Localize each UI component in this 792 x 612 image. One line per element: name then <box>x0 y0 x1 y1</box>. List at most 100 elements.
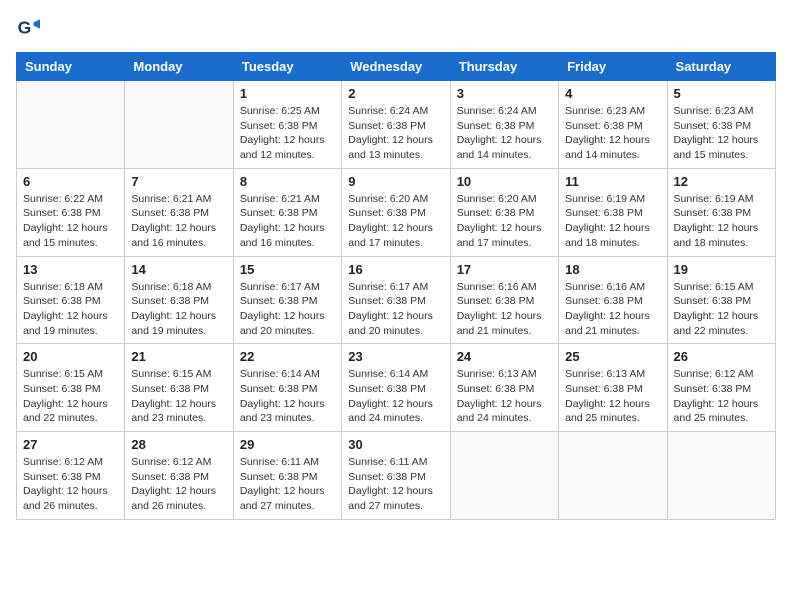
day-number: 2 <box>348 86 443 101</box>
day-number: 17 <box>457 262 552 277</box>
week-row-4: 20 Sunrise: 6:15 AMSunset: 6:38 PMDayligh… <box>17 344 776 432</box>
day-info: Sunrise: 6:17 AMSunset: 6:38 PMDaylight:… <box>348 280 443 339</box>
day-info: Sunrise: 6:18 AMSunset: 6:38 PMDaylight:… <box>23 280 118 339</box>
day-number: 14 <box>131 262 226 277</box>
day-number: 20 <box>23 349 118 364</box>
weekday-header-saturday: Saturday <box>667 53 775 81</box>
calendar-cell: 21 Sunrise: 6:15 AMSunset: 6:38 PMDayligh… <box>125 344 233 432</box>
day-number: 12 <box>674 174 769 189</box>
day-info: Sunrise: 6:12 AMSunset: 6:38 PMDaylight:… <box>131 455 226 514</box>
day-info: Sunrise: 6:24 AMSunset: 6:38 PMDaylight:… <box>348 104 443 163</box>
day-info: Sunrise: 6:23 AMSunset: 6:38 PMDaylight:… <box>565 104 660 163</box>
day-number: 13 <box>23 262 118 277</box>
logo: G <box>16 16 44 40</box>
calendar-cell: 2 Sunrise: 6:24 AMSunset: 6:38 PMDaylight… <box>342 81 450 169</box>
day-info: Sunrise: 6:25 AMSunset: 6:38 PMDaylight:… <box>240 104 335 163</box>
day-number: 24 <box>457 349 552 364</box>
calendar-cell: 5 Sunrise: 6:23 AMSunset: 6:38 PMDaylight… <box>667 81 775 169</box>
day-number: 10 <box>457 174 552 189</box>
day-number: 8 <box>240 174 335 189</box>
day-number: 26 <box>674 349 769 364</box>
calendar-cell: 4 Sunrise: 6:23 AMSunset: 6:38 PMDaylight… <box>559 81 667 169</box>
calendar-cell: 30 Sunrise: 6:11 AMSunset: 6:38 PMDayligh… <box>342 432 450 520</box>
day-number: 5 <box>674 86 769 101</box>
calendar-cell <box>559 432 667 520</box>
calendar-cell: 3Sunrise: 6:24 AMSunset: 6:38 PMDaylight… <box>450 81 558 169</box>
weekday-header-tuesday: Tuesday <box>233 53 341 81</box>
calendar-cell: 6 Sunrise: 6:22 AMSunset: 6:38 PMDaylight… <box>17 168 125 256</box>
calendar-cell: 26Sunrise: 6:12 AMSunset: 6:38 PMDayligh… <box>667 344 775 432</box>
day-info: Sunrise: 6:20 AMSunset: 6:38 PMDaylight:… <box>457 192 552 251</box>
day-number: 19 <box>674 262 769 277</box>
day-number: 22 <box>240 349 335 364</box>
day-number: 21 <box>131 349 226 364</box>
weekday-header-wednesday: Wednesday <box>342 53 450 81</box>
logo-icon: G <box>16 16 40 40</box>
day-info: Sunrise: 6:15 AMSunset: 6:38 PMDaylight:… <box>674 280 769 339</box>
day-number: 4 <box>565 86 660 101</box>
day-number: 11 <box>565 174 660 189</box>
week-row-5: 27Sunrise: 6:12 AMSunset: 6:38 PMDayligh… <box>17 432 776 520</box>
calendar-cell: 27Sunrise: 6:12 AMSunset: 6:38 PMDayligh… <box>17 432 125 520</box>
day-info: Sunrise: 6:24 AMSunset: 6:38 PMDaylight:… <box>457 104 552 163</box>
weekday-header-sunday: Sunday <box>17 53 125 81</box>
calendar-cell: 17 Sunrise: 6:16 AMSunset: 6:38 PMDayligh… <box>450 256 558 344</box>
calendar-cell: 28Sunrise: 6:12 AMSunset: 6:38 PMDayligh… <box>125 432 233 520</box>
calendar-cell: 24 Sunrise: 6:13 AMSunset: 6:38 PMDayligh… <box>450 344 558 432</box>
weekday-header-monday: Monday <box>125 53 233 81</box>
calendar-cell: 22 Sunrise: 6:14 AMSunset: 6:38 PMDayligh… <box>233 344 341 432</box>
day-info: Sunrise: 6:12 AMSunset: 6:38 PMDaylight:… <box>23 455 118 514</box>
calendar-cell: 9 Sunrise: 6:20 AMSunset: 6:38 PMDaylight… <box>342 168 450 256</box>
day-info: Sunrise: 6:13 AMSunset: 6:38 PMDaylight:… <box>565 367 660 426</box>
day-number: 18 <box>565 262 660 277</box>
calendar-cell: 18 Sunrise: 6:16 AMSunset: 6:38 PMDayligh… <box>559 256 667 344</box>
weekday-header-thursday: Thursday <box>450 53 558 81</box>
day-number: 30 <box>348 437 443 452</box>
svg-text:G: G <box>18 18 32 38</box>
day-number: 23 <box>348 349 443 364</box>
day-info: Sunrise: 6:14 AMSunset: 6:38 PMDaylight:… <box>348 367 443 426</box>
day-info: Sunrise: 6:17 AMSunset: 6:38 PMDaylight:… <box>240 280 335 339</box>
day-number: 1 <box>240 86 335 101</box>
calendar-cell: 16Sunrise: 6:17 AMSunset: 6:38 PMDayligh… <box>342 256 450 344</box>
day-info: Sunrise: 6:16 AMSunset: 6:38 PMDaylight:… <box>565 280 660 339</box>
calendar-cell: 15 Sunrise: 6:17 AMSunset: 6:38 PMDayligh… <box>233 256 341 344</box>
calendar-cell: 8 Sunrise: 6:21 AMSunset: 6:38 PMDaylight… <box>233 168 341 256</box>
calendar-cell: 14Sunrise: 6:18 AMSunset: 6:38 PMDayligh… <box>125 256 233 344</box>
day-info: Sunrise: 6:20 AMSunset: 6:38 PMDaylight:… <box>348 192 443 251</box>
day-info: Sunrise: 6:21 AMSunset: 6:38 PMDaylight:… <box>240 192 335 251</box>
calendar-cell <box>450 432 558 520</box>
day-number: 29 <box>240 437 335 452</box>
day-number: 15 <box>240 262 335 277</box>
calendar-cell: 10 Sunrise: 6:20 AMSunset: 6:38 PMDayligh… <box>450 168 558 256</box>
calendar-cell: 1 Sunrise: 6:25 AMSunset: 6:38 PMDaylight… <box>233 81 341 169</box>
header: G <box>16 16 776 40</box>
weekday-header-friday: Friday <box>559 53 667 81</box>
day-info: Sunrise: 6:19 AMSunset: 6:38 PMDaylight:… <box>674 192 769 251</box>
day-number: 25 <box>565 349 660 364</box>
day-info: Sunrise: 6:11 AMSunset: 6:38 PMDaylight:… <box>348 455 443 514</box>
calendar-cell <box>17 81 125 169</box>
week-row-2: 6 Sunrise: 6:22 AMSunset: 6:38 PMDaylight… <box>17 168 776 256</box>
day-info: Sunrise: 6:23 AMSunset: 6:38 PMDaylight:… <box>674 104 769 163</box>
calendar: SundayMondayTuesdayWednesdayThursdayFrid… <box>16 52 776 520</box>
calendar-cell: 25 Sunrise: 6:13 AMSunset: 6:38 PMDayligh… <box>559 344 667 432</box>
day-number: 9 <box>348 174 443 189</box>
day-number: 7 <box>131 174 226 189</box>
day-info: Sunrise: 6:11 AMSunset: 6:38 PMDaylight:… <box>240 455 335 514</box>
day-info: Sunrise: 6:22 AMSunset: 6:38 PMDaylight:… <box>23 192 118 251</box>
calendar-cell: 7 Sunrise: 6:21 AMSunset: 6:38 PMDaylight… <box>125 168 233 256</box>
day-info: Sunrise: 6:14 AMSunset: 6:38 PMDaylight:… <box>240 367 335 426</box>
day-info: Sunrise: 6:15 AMSunset: 6:38 PMDaylight:… <box>23 367 118 426</box>
calendar-cell: 20 Sunrise: 6:15 AMSunset: 6:38 PMDayligh… <box>17 344 125 432</box>
day-info: Sunrise: 6:15 AMSunset: 6:38 PMDaylight:… <box>131 367 226 426</box>
day-info: Sunrise: 6:19 AMSunset: 6:38 PMDaylight:… <box>565 192 660 251</box>
day-info: Sunrise: 6:13 AMSunset: 6:38 PMDaylight:… <box>457 367 552 426</box>
day-number: 6 <box>23 174 118 189</box>
calendar-cell <box>667 432 775 520</box>
calendar-cell: 13 Sunrise: 6:18 AMSunset: 6:38 PMDayligh… <box>17 256 125 344</box>
day-info: Sunrise: 6:21 AMSunset: 6:38 PMDaylight:… <box>131 192 226 251</box>
day-info: Sunrise: 6:16 AMSunset: 6:38 PMDaylight:… <box>457 280 552 339</box>
calendar-cell: 23 Sunrise: 6:14 AMSunset: 6:38 PMDayligh… <box>342 344 450 432</box>
week-row-3: 13 Sunrise: 6:18 AMSunset: 6:38 PMDayligh… <box>17 256 776 344</box>
